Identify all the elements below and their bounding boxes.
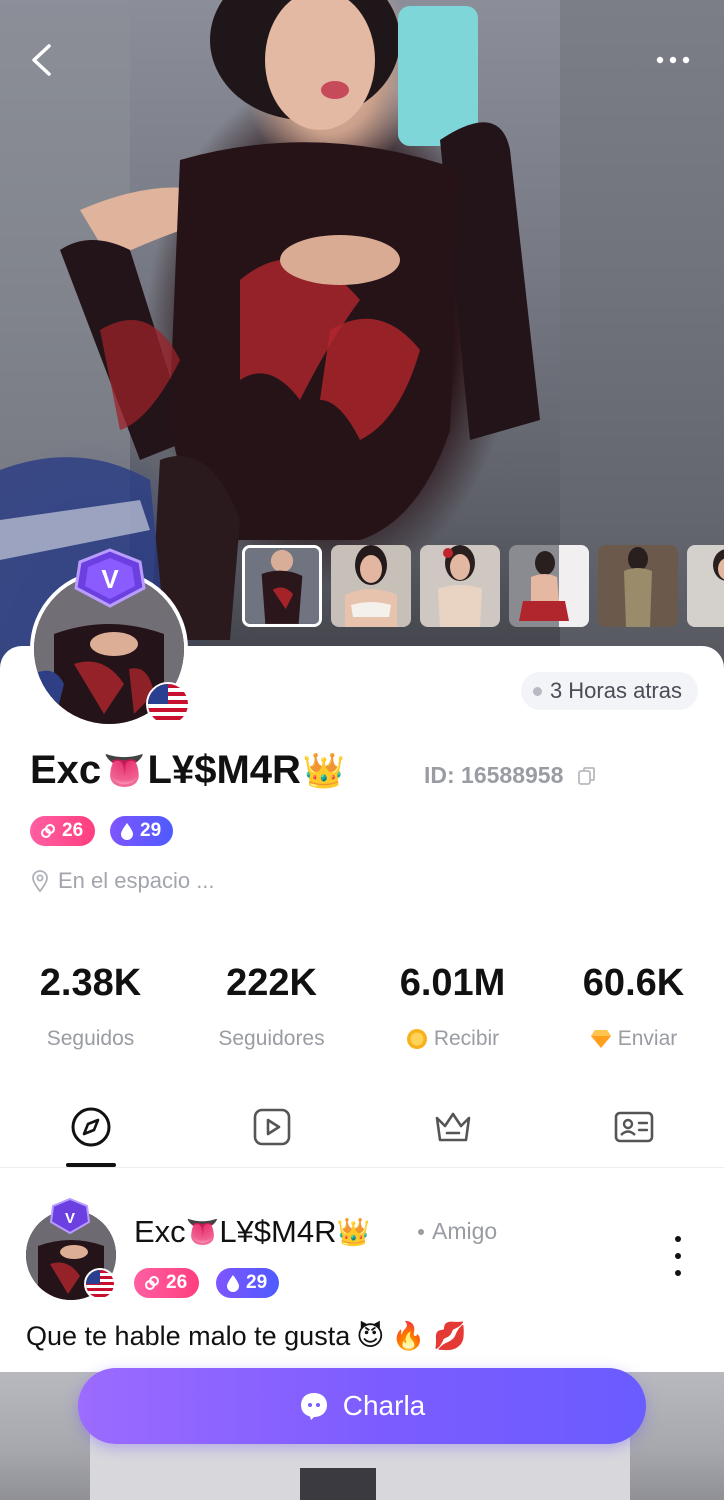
crown-emoji: 👑	[302, 751, 346, 790]
wealth-level-value: 29	[140, 820, 162, 841]
relation-label: Amigo	[418, 1218, 497, 1245]
id-card-icon	[614, 1111, 653, 1143]
chat-bubble-icon	[300, 1393, 327, 1420]
user-id: ID: 16588958	[424, 762, 597, 789]
stat-value: 222K	[226, 962, 317, 1004]
charm-level-value: 26	[166, 1272, 188, 1293]
active-tab-indicator	[65, 1163, 116, 1167]
more-options-button[interactable]	[650, 44, 696, 76]
photo-thumbnail-strip[interactable]	[242, 545, 724, 627]
chat-button-label: Charla	[342, 1390, 426, 1421]
wealth-level-badge: 29	[110, 816, 174, 846]
stat-label: Enviar	[617, 1027, 678, 1050]
photo-thumbnail[interactable]	[509, 545, 589, 627]
us-flag-icon	[84, 1268, 116, 1300]
compass-icon	[71, 1107, 110, 1147]
more-horizontal-icon	[656, 56, 690, 64]
post-text: Que te hable malo te gusta 😈 🔥 💋	[26, 1320, 467, 1352]
photo-thumbnail[interactable]	[242, 545, 322, 627]
play-icon	[253, 1108, 290, 1146]
location: En el espacio ...	[30, 868, 215, 894]
post-author-text: Exc	[134, 1214, 186, 1249]
tongue-emoji: 👅	[185, 1217, 220, 1247]
post-author-name[interactable]: Exc 👅 L¥$M4R 👑	[134, 1214, 370, 1250]
crown-icon	[435, 1112, 470, 1142]
post-author-text-2: L¥$M4R	[219, 1214, 337, 1249]
location-pin-icon	[32, 870, 48, 893]
charm-level-value: 26	[62, 820, 84, 841]
profile-avatar-group[interactable]: V	[30, 548, 190, 728]
status-dot	[532, 686, 542, 696]
stats-row: 2.38K Seguidos 222K Seguidores 6.01M Rec…	[0, 962, 724, 1062]
wealth-level-badge: 29	[216, 1268, 280, 1298]
more-vertical-icon	[675, 1236, 681, 1242]
vip-badge-icon: V	[49, 1198, 91, 1234]
user-id-text: ID: 16588958	[424, 762, 564, 788]
stat-label: Seguidores	[218, 1027, 325, 1050]
drop-icon	[227, 1275, 239, 1292]
coin-icon	[406, 1029, 427, 1049]
tab-privileges[interactable]	[362, 1102, 543, 1167]
stat-label: Recibir	[433, 1027, 500, 1050]
last-seen-text: 3 Horas atras	[549, 678, 682, 703]
vip-badge-icon: V	[74, 548, 146, 608]
stat-value: 2.38K	[39, 962, 142, 1004]
photo-thumbnail[interactable]	[598, 545, 678, 627]
stat-received[interactable]: 6.01M Recibir	[362, 962, 543, 1062]
vip-badge-letter: V	[101, 564, 119, 594]
drop-icon	[121, 823, 133, 840]
stat-followers[interactable]: 222K Seguidores	[181, 962, 362, 1062]
relation-text: Amigo	[432, 1218, 498, 1244]
charm-level-badge: 26	[30, 816, 96, 846]
post-more-button[interactable]	[664, 1236, 692, 1276]
post-emojis: 😈 🔥 💋	[356, 1321, 467, 1351]
tongue-emoji: 👅	[103, 751, 146, 790]
chat-button[interactable]: Charla	[78, 1368, 646, 1444]
profile-tabs	[0, 1102, 724, 1168]
tab-moments[interactable]	[0, 1102, 181, 1167]
vip-badge-letter: V	[65, 1210, 75, 1227]
post-text-content: Que te hable malo te gusta	[26, 1320, 351, 1351]
charm-level-badge: 26	[134, 1268, 200, 1298]
photo-thumbnail[interactable]	[420, 545, 500, 627]
stat-sent[interactable]: 60.6K Enviar	[543, 962, 724, 1062]
wealth-level-value: 29	[246, 1272, 268, 1293]
stat-label: Seguidos	[46, 1027, 135, 1050]
crown-emoji: 👑	[336, 1217, 371, 1247]
stat-value: 6.01M	[399, 962, 506, 1004]
stat-value: 60.6K	[582, 962, 685, 1004]
separator-dot	[418, 1228, 424, 1235]
copy-icon[interactable]	[577, 766, 597, 786]
us-flag-icon	[146, 682, 190, 726]
chevron-left-icon	[32, 44, 51, 76]
profile-username: Exc 👅 L¥$M4R 👑	[30, 748, 345, 793]
tab-profile-info[interactable]	[543, 1102, 724, 1167]
link-icon	[145, 1276, 159, 1290]
photo-thumbnail[interactable]	[687, 545, 724, 627]
location-text: En el espacio ...	[58, 868, 215, 893]
username-text: Exc	[30, 748, 102, 792]
username-text-2: L¥$M4R	[147, 748, 301, 792]
back-button[interactable]	[22, 40, 62, 80]
photo-thumbnail[interactable]	[331, 545, 411, 627]
last-seen-badge: 3 Horas atras	[520, 672, 698, 710]
tab-videos[interactable]	[181, 1102, 362, 1167]
link-icon	[41, 824, 55, 838]
diamond-icon	[590, 1030, 611, 1048]
stat-following[interactable]: 2.38K Seguidos	[0, 962, 181, 1062]
